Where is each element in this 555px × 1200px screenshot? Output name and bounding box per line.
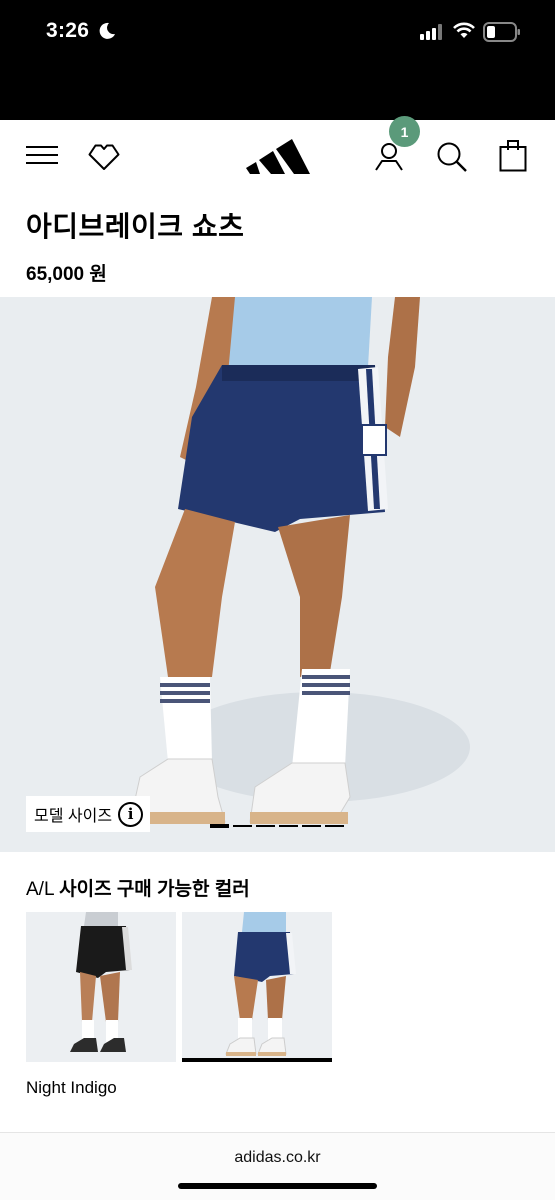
search-icon[interactable] xyxy=(436,141,468,173)
account-icon[interactable] xyxy=(374,142,404,172)
model-size-label: 모델 사이즈 xyxy=(34,808,113,825)
carousel-dot-4[interactable] xyxy=(279,825,298,827)
cellular-signal-icon xyxy=(420,24,442,40)
color-swatch-night-indigo[interactable] xyxy=(182,912,332,1062)
product-price: 65,000 원 xyxy=(26,264,107,285)
wishlist-heart-icon[interactable] xyxy=(86,142,122,172)
product-title: 아디브레이크 쇼츠 xyxy=(26,211,245,242)
home-indicator[interactable] xyxy=(178,1183,377,1189)
available-colors-heading: A/L 사이즈 구매 가능한 컬러 xyxy=(26,874,250,901)
menu-icon[interactable] xyxy=(26,146,58,166)
night-indigo-shorts-thumbnail xyxy=(182,912,332,1062)
color-swatch-black[interactable] xyxy=(26,912,176,1062)
selected-color-name: Night Indigo xyxy=(26,1078,117,1097)
info-glyph: i xyxy=(127,805,134,823)
colors-title-main: 사이즈 구매 가능한 컬러 xyxy=(59,879,250,900)
black-shorts-thumbnail xyxy=(26,912,176,1062)
battery-icon xyxy=(483,22,520,42)
carousel-dot-6[interactable] xyxy=(325,825,344,827)
site-header xyxy=(0,120,555,196)
carousel-dot-3[interactable] xyxy=(256,825,275,827)
cart-count-badge: 1 xyxy=(389,116,420,147)
carousel-dot-5[interactable] xyxy=(302,825,321,827)
shopping-bag-icon[interactable] xyxy=(499,138,527,172)
product-image-gallery[interactable] xyxy=(0,297,555,852)
info-icon: i xyxy=(118,801,144,827)
carousel-indicator xyxy=(210,824,344,828)
colors-title-prefix: A/L xyxy=(26,879,54,900)
status-time: 3:26 xyxy=(46,19,90,42)
product-hero-image xyxy=(0,297,555,852)
moon-icon xyxy=(99,22,115,39)
adidas-logo[interactable] xyxy=(246,135,310,177)
carousel-dot-2[interactable] xyxy=(233,825,252,827)
carousel-dot-1[interactable] xyxy=(210,824,229,828)
wifi-icon xyxy=(453,22,475,38)
status-bar: 3:26 xyxy=(0,0,555,120)
model-size-button[interactable]: 모델 사이즈 i xyxy=(26,796,151,832)
url-text[interactable]: adidas.co.kr xyxy=(0,1149,555,1167)
